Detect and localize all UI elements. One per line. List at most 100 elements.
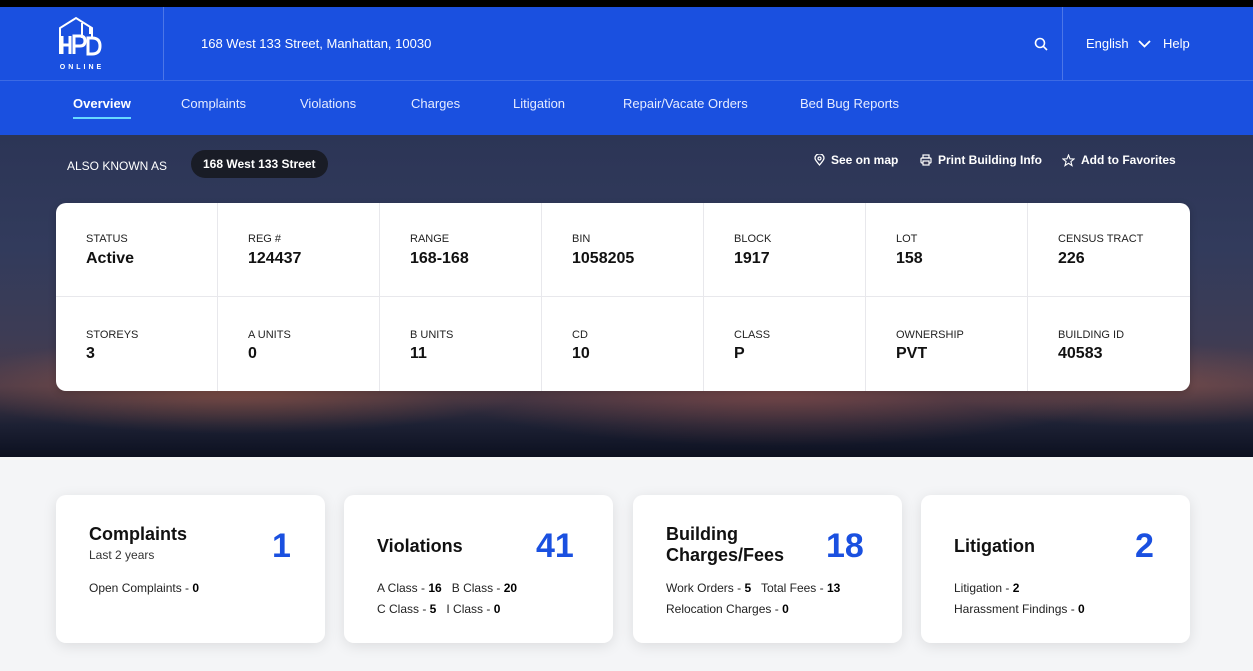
info-cell-range: RANGE 168-168 — [380, 203, 542, 297]
info-value: 226 — [1058, 250, 1085, 267]
info-value: P — [734, 345, 745, 362]
info-label: CD — [572, 329, 588, 341]
help-link[interactable]: Help — [1163, 7, 1190, 80]
print-building-info-button[interactable]: Print Building Info — [920, 153, 1042, 167]
print-building-info-label: Print Building Info — [938, 153, 1042, 167]
info-label: REG # — [248, 233, 282, 245]
chevron-down-icon — [1138, 39, 1151, 48]
add-to-favorites-button[interactable]: Add to Favorites — [1062, 153, 1176, 167]
info-value: 1058205 — [572, 250, 635, 267]
info-value: 10 — [572, 345, 590, 362]
detail-value: 5 — [744, 581, 752, 595]
card-title: Violations — [377, 536, 463, 556]
see-on-map-button[interactable]: See on map — [814, 153, 898, 167]
card-title: Building Charges/Fees — [666, 524, 784, 566]
info-value: 0 — [248, 345, 257, 362]
building-info-row: STOREYS 3 A UNITS 0 B UNITS 11 CD 10 CLA… — [56, 297, 1190, 391]
card-title: Complaints — [89, 524, 188, 544]
info-label: BIN — [572, 233, 591, 245]
card-title-line: Building — [666, 524, 738, 544]
info-label: LOT — [896, 233, 918, 245]
detail-value: 0 — [1078, 602, 1085, 616]
header-address: 168 West 133 Street, Manhattan, 10030 — [201, 36, 432, 51]
card-detail: C Class - 5 I Class - 0 — [377, 602, 500, 616]
card-detail: Work Orders - 5 Total Fees - 13 — [666, 581, 840, 595]
building-info-card: STATUS Active REG # 124437 RANGE 168-168… — [56, 203, 1190, 391]
tab-charges[interactable]: Charges — [411, 96, 460, 111]
detail-value: 20 — [503, 581, 518, 595]
card-title: Litigation — [954, 536, 1035, 556]
card-detail: Litigation - 2 — [954, 581, 1019, 595]
detail-label: Relocation Charges - — [666, 602, 783, 616]
info-value: 3 — [86, 345, 95, 362]
info-value: PVT — [896, 345, 928, 362]
card-detail: A Class - 16 B Class - 20 — [377, 581, 517, 595]
info-value: 1917 — [734, 250, 770, 267]
violations-card[interactable]: Violations 41 A Class - 16 B Class - 20 … — [344, 495, 613, 643]
tab-repair-vacate-orders[interactable]: Repair/Vacate Orders — [623, 96, 748, 111]
detail-value: 2 — [1012, 581, 1020, 595]
summary-cards: Complaints Last 2 years 1 Open Complaint… — [0, 457, 1253, 671]
info-cell-a-units: A UNITS 0 — [218, 297, 380, 391]
tab-violations[interactable]: Violations — [300, 96, 356, 111]
info-label: CENSUS TRACT — [1058, 233, 1144, 245]
info-label: CLASS — [734, 329, 771, 341]
tab-overview[interactable]: Overview — [73, 96, 131, 119]
language-label: English — [1086, 36, 1129, 51]
info-value: 124437 — [248, 250, 302, 267]
card-detail: Relocation Charges - 0 — [666, 602, 789, 616]
info-value: 11 — [410, 345, 427, 362]
card-count: 2 — [1135, 527, 1154, 565]
charges-card[interactable]: Building Charges/Fees 18 Work Orders - 5… — [633, 495, 902, 643]
printer-icon — [920, 154, 932, 166]
info-cell-building-id: BUILDING ID 40583 — [1028, 297, 1190, 391]
star-icon — [1062, 153, 1075, 167]
complaints-card[interactable]: Complaints Last 2 years 1 Open Complaint… — [56, 495, 325, 643]
svg-text:ONLINE: ONLINE — [59, 64, 103, 71]
detail-label: B Class - — [451, 581, 504, 595]
aka-pill: 168 West 133 Street — [191, 150, 328, 178]
tab-bed-bug-reports[interactable]: Bed Bug Reports — [800, 96, 899, 111]
info-label: STOREYS — [86, 329, 139, 341]
top-border — [0, 0, 1253, 7]
info-cell-status: STATUS Active — [56, 203, 218, 297]
language-selector[interactable]: English — [1086, 7, 1151, 80]
info-cell-storeys: STOREYS 3 — [56, 297, 218, 391]
detail-value: 0 — [192, 581, 200, 595]
detail-value: 5 — [429, 602, 437, 616]
logo[interactable]: ONLINE — [0, 7, 164, 80]
detail-value: 13 — [826, 581, 841, 595]
aka-label: ALSO KNOWN AS — [67, 159, 168, 173]
location-pin-icon — [814, 154, 825, 166]
tab-litigation[interactable]: Litigation — [513, 96, 565, 111]
tab-complaints[interactable]: Complaints — [181, 96, 246, 111]
detail-label: Open Complaints - — [89, 581, 193, 595]
info-label: STATUS — [86, 233, 128, 245]
search-icon — [1034, 37, 1048, 51]
search-button[interactable] — [1020, 7, 1063, 80]
card-count: 41 — [536, 527, 574, 565]
info-cell-reg: REG # 124437 — [218, 203, 380, 297]
info-cell-cd: CD 10 — [542, 297, 704, 391]
info-value: 40583 — [1058, 345, 1103, 362]
detail-value: 0 — [493, 602, 501, 616]
info-value: 168-168 — [410, 250, 469, 267]
detail-label: Litigation - — [954, 581, 1013, 595]
info-cell-b-units: B UNITS 11 — [380, 297, 542, 391]
info-label: BLOCK — [734, 233, 772, 245]
card-detail: Harassment Findings - 0 — [954, 602, 1085, 616]
detail-label: A Class - — [377, 581, 429, 595]
info-label: OWNERSHIP — [896, 329, 964, 341]
info-cell-lot: LOT 158 — [866, 203, 1028, 297]
building-info-row: STATUS Active REG # 124437 RANGE 168-168… — [56, 203, 1190, 297]
card-detail: Open Complaints - 0 — [89, 581, 199, 595]
detail-label: I Class - — [446, 602, 494, 616]
info-value: 158 — [896, 250, 923, 267]
litigation-card[interactable]: Litigation 2 Litigation - 2 Harassment F… — [921, 495, 1190, 643]
info-cell-census-tract: CENSUS TRACT 226 — [1028, 203, 1190, 297]
info-cell-class: CLASS P — [704, 297, 866, 391]
info-label: BUILDING ID — [1058, 329, 1125, 341]
detail-label: Total Fees - — [760, 581, 827, 595]
detail-value: 16 — [428, 581, 442, 595]
info-value: Active — [86, 250, 135, 267]
